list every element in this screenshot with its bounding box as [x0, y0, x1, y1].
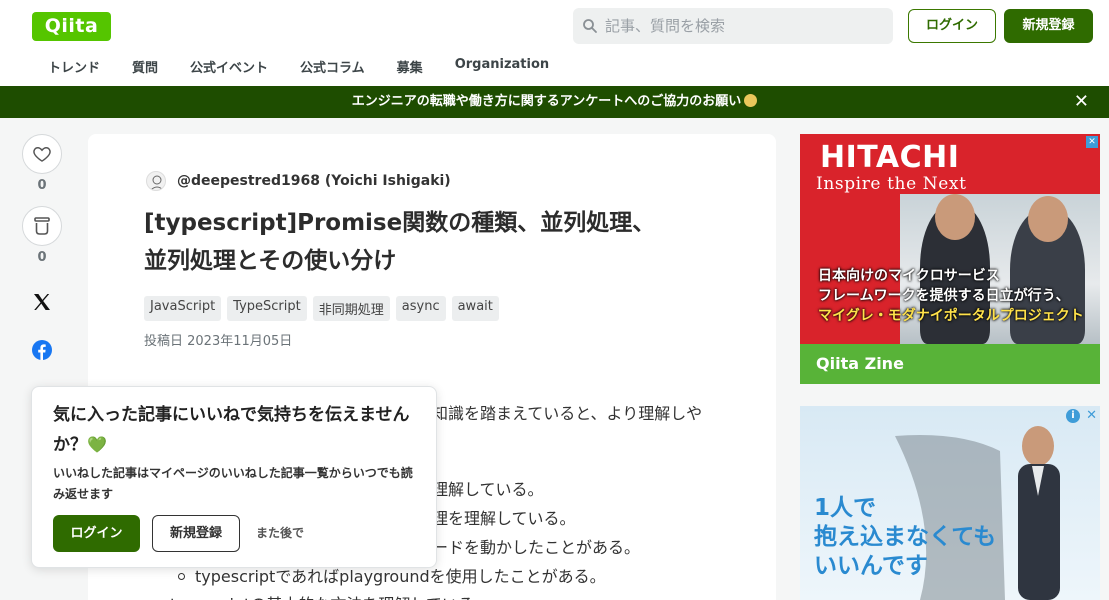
author-info[interactable]: @deepestred1968 (Yoichi Ishigaki) — [146, 170, 451, 192]
header-login-button[interactable]: ログイン — [908, 9, 996, 43]
green-heart-icon: 💚 — [87, 435, 107, 454]
popup-signup-button[interactable]: 新規登録 — [152, 515, 240, 552]
author-name[interactable]: @deepestred1968 (Yoichi Ishigaki) — [177, 173, 451, 189]
tag-javascript[interactable]: JavaScript — [144, 296, 222, 321]
ad-close-icon[interactable]: ✕ — [1086, 408, 1097, 423]
heart-icon — [33, 147, 51, 162]
person-head — [1028, 196, 1068, 242]
article-title: [typescript]Promise関数の種類、並列処理、 並列処理とその使い… — [144, 204, 724, 280]
tag-typescript[interactable]: TypeScript — [227, 296, 307, 321]
body-line-5-text: typescriptであればplaygroundを使用したことがある。 — [195, 567, 606, 586]
ad2-copy-line: いいんです — [814, 553, 928, 579]
nav-trend[interactable]: トレンド — [32, 52, 116, 82]
share-x-button[interactable] — [22, 282, 62, 322]
title-line-1: [typescript]Promise関数の種類、並列処理、 — [144, 210, 656, 236]
search-input[interactable] — [605, 8, 885, 44]
ad2-copy: 1人で 抱え込まなくても いいんです — [814, 494, 996, 581]
stock-count: 0 — [37, 250, 47, 265]
ad-copy-line: フレームワークを提供する日立が行う、 — [818, 288, 1070, 304]
body-line-6: typescriptの基本的な文法を理解している — [170, 591, 474, 600]
ad-hitachi[interactable]: HITACHI Inspire the Next 日本向けのマイクロサービス フ… — [800, 134, 1100, 384]
stock-icon — [34, 217, 50, 235]
site-header: Qiita ログイン 新規登録 トレンド 質問 公式イベント 公式コラム 募集 … — [0, 0, 1109, 86]
stock-button[interactable] — [22, 206, 62, 246]
body-line-1: 知識を踏まえていると、より理解しや — [432, 404, 703, 423]
search-box[interactable] — [573, 8, 893, 44]
person-head — [935, 194, 975, 240]
like-count: 0 — [37, 178, 47, 193]
header-signup-button[interactable]: 新規登録 — [1004, 9, 1093, 43]
nav-official-events[interactable]: 公式イベント — [174, 52, 284, 82]
tag-await[interactable]: await — [451, 296, 499, 321]
author-avatar[interactable] — [146, 171, 166, 191]
facebook-icon — [32, 340, 52, 360]
tag-async[interactable]: async — [395, 296, 446, 321]
search-icon — [583, 19, 597, 33]
ad-brand: HITACHI — [820, 140, 960, 175]
ad-info-icon[interactable]: i — [1066, 409, 1080, 423]
main-nav: トレンド 質問 公式イベント 公式コラム 募集 Organization — [32, 52, 565, 82]
share-facebook-button[interactable] — [22, 330, 62, 370]
popup-login-button[interactable]: ログイン — [53, 515, 140, 552]
pray-emoji-icon — [744, 94, 758, 107]
x-logo-icon — [34, 294, 50, 310]
body-line-2: 理解している。 — [432, 480, 544, 499]
body-line-3: 理を理解している。 — [432, 509, 576, 528]
like-prompt-popup: 気に入った記事にいいねで気持ちを伝えませんか？💚 いいねした記事はマイページのい… — [31, 386, 437, 568]
popup-description: いいねした記事はマイページのいいねした記事一覧からいつでも読み返せます — [53, 466, 413, 501]
avatar-face-icon — [150, 175, 164, 190]
qiita-logo[interactable]: Qiita — [32, 12, 111, 41]
banner-close-icon[interactable]: ✕ — [1074, 86, 1089, 118]
ad-copy: 日本向けのマイクロサービス フレームワークを提供する日立が行う、 マイグレ・モダ… — [818, 266, 1084, 326]
ad-footer: Qiita Zine — [800, 344, 1100, 384]
ad-close-icon[interactable]: ✕ — [1086, 136, 1098, 148]
popup-title: 気に入った記事にいいねで気持ちを伝えませんか？💚 — [53, 401, 423, 460]
survey-banner[interactable]: エンジニアの転職や働き方に関するアンケートへのご協力のお願い ✕ — [0, 86, 1109, 118]
body-line-4: ードを動かしたことがある。 — [432, 538, 641, 557]
bullet-icon — [178, 573, 185, 580]
nav-recruitment[interactable]: 募集 — [381, 52, 439, 82]
ad-banner-2[interactable]: 1人で 抱え込まなくても いいんです i ✕ — [800, 406, 1100, 600]
tag-async-processing[interactable]: 非同期処理 — [312, 296, 390, 321]
like-button[interactable] — [22, 134, 62, 174]
title-line-2: 並列処理とその使い分け — [144, 248, 397, 274]
nav-official-columns[interactable]: 公式コラム — [284, 52, 381, 82]
nav-questions[interactable]: 質問 — [116, 52, 174, 82]
ad2-copy-line: 1人で — [814, 495, 877, 521]
ad-copy-line-highlight: マイグレ・モダナイポータルプロジェクト — [818, 308, 1084, 324]
banner-text: エンジニアの転職や働き方に関するアンケートへのご協力のお願い — [351, 94, 742, 109]
ad-tagline: Inspire the Next — [816, 174, 967, 194]
tag-list: JavaScript TypeScript 非同期処理 async await — [144, 296, 499, 321]
ad2-copy-line: 抱え込まなくても — [814, 524, 997, 550]
article-actions: 0 0 — [22, 134, 66, 370]
popup-later-button[interactable]: また後で — [256, 515, 304, 552]
posted-date: 投稿日 2023年11月05日 — [144, 334, 293, 349]
nav-organization[interactable]: Organization — [439, 52, 565, 82]
ad-copy-line: 日本向けのマイクロサービス — [818, 268, 1000, 284]
